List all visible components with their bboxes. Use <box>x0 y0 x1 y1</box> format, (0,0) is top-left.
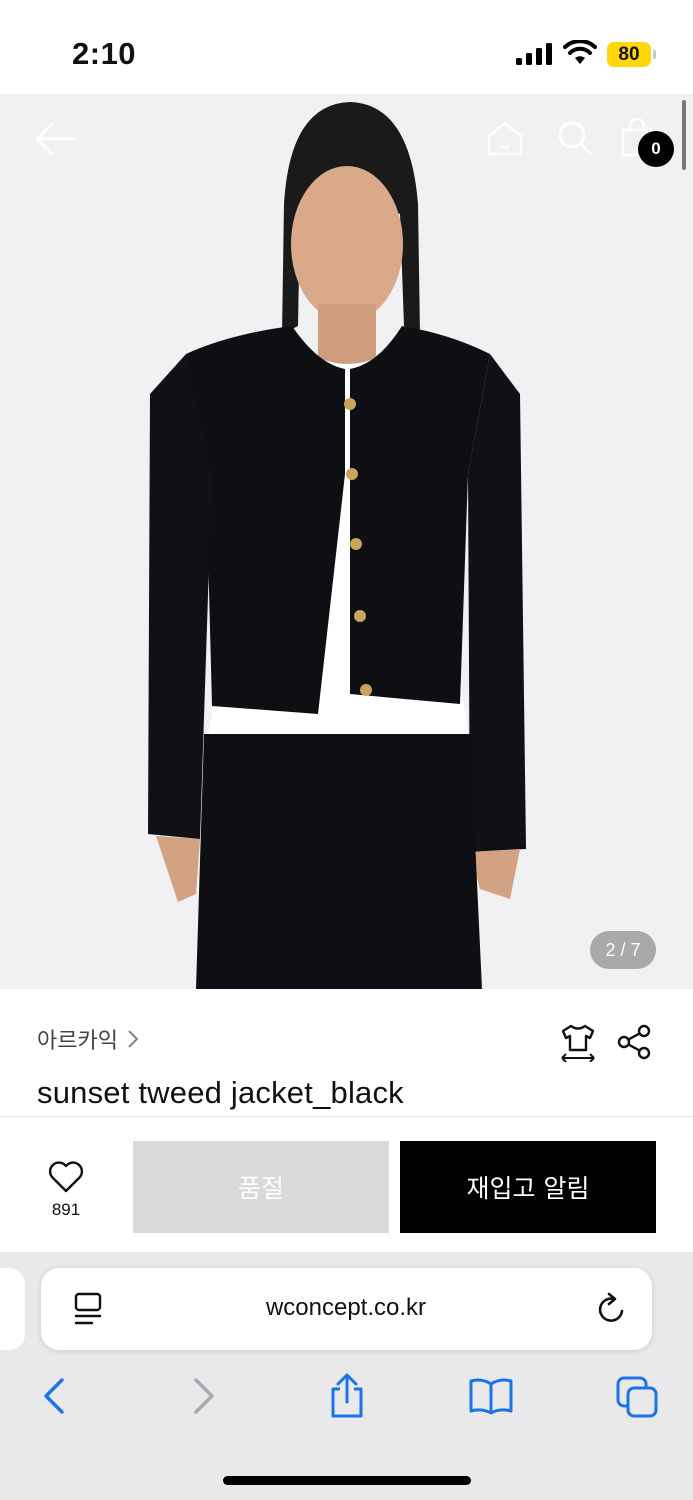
chevron-right-icon <box>128 1030 139 1048</box>
home-indicator[interactable] <box>223 1476 471 1485</box>
bookmarks-icon[interactable] <box>467 1376 515 1416</box>
like-count: 891 <box>51 1200 81 1219</box>
browser-forward-icon[interactable] <box>188 1376 218 1416</box>
product-title: sunset tweed jacket_black <box>37 1075 404 1110</box>
scrollbar[interactable] <box>682 100 686 170</box>
url-text[interactable]: wconcept.co.kr <box>200 1294 492 1322</box>
share-sheet-icon[interactable] <box>327 1372 367 1420</box>
cellular-signal-icon <box>516 43 552 65</box>
sold-out-button[interactable]: 품절 <box>133 1141 389 1233</box>
battery-level: 80 <box>607 42 651 67</box>
product-image-gallery[interactable] <box>0 94 693 989</box>
product-photo <box>148 102 526 989</box>
size-guide-icon[interactable] <box>559 1022 597 1062</box>
search-icon[interactable] <box>555 118 595 158</box>
battery-tip <box>653 50 656 59</box>
tabs-overview-icon[interactable] <box>614 1374 660 1420</box>
reload-icon[interactable] <box>594 1291 628 1327</box>
battery-indicator: 80 <box>607 42 657 67</box>
share-icon[interactable] <box>616 1024 652 1060</box>
home-icon[interactable] <box>485 118 525 158</box>
restock-alert-button[interactable]: 재입고 알림 <box>400 1141 656 1233</box>
cart-count-badge: 0 <box>638 131 674 167</box>
wifi-icon <box>563 40 597 64</box>
heart-icon[interactable] <box>47 1160 85 1194</box>
page-menu-icon[interactable] <box>72 1291 104 1327</box>
brand-link[interactable]: 아르카익 <box>37 1022 140 1056</box>
gallery-page-counter: 2 / 7 <box>590 931 656 969</box>
status-time: 2:10 <box>72 36 137 71</box>
previous-tab-preview[interactable] <box>0 1268 25 1350</box>
status-bar: 2:10 80 <box>0 0 693 94</box>
arrow-left-icon[interactable] <box>34 120 76 158</box>
brand-name: 아르카익 <box>37 1028 118 1053</box>
browser-back-icon[interactable] <box>40 1376 70 1416</box>
